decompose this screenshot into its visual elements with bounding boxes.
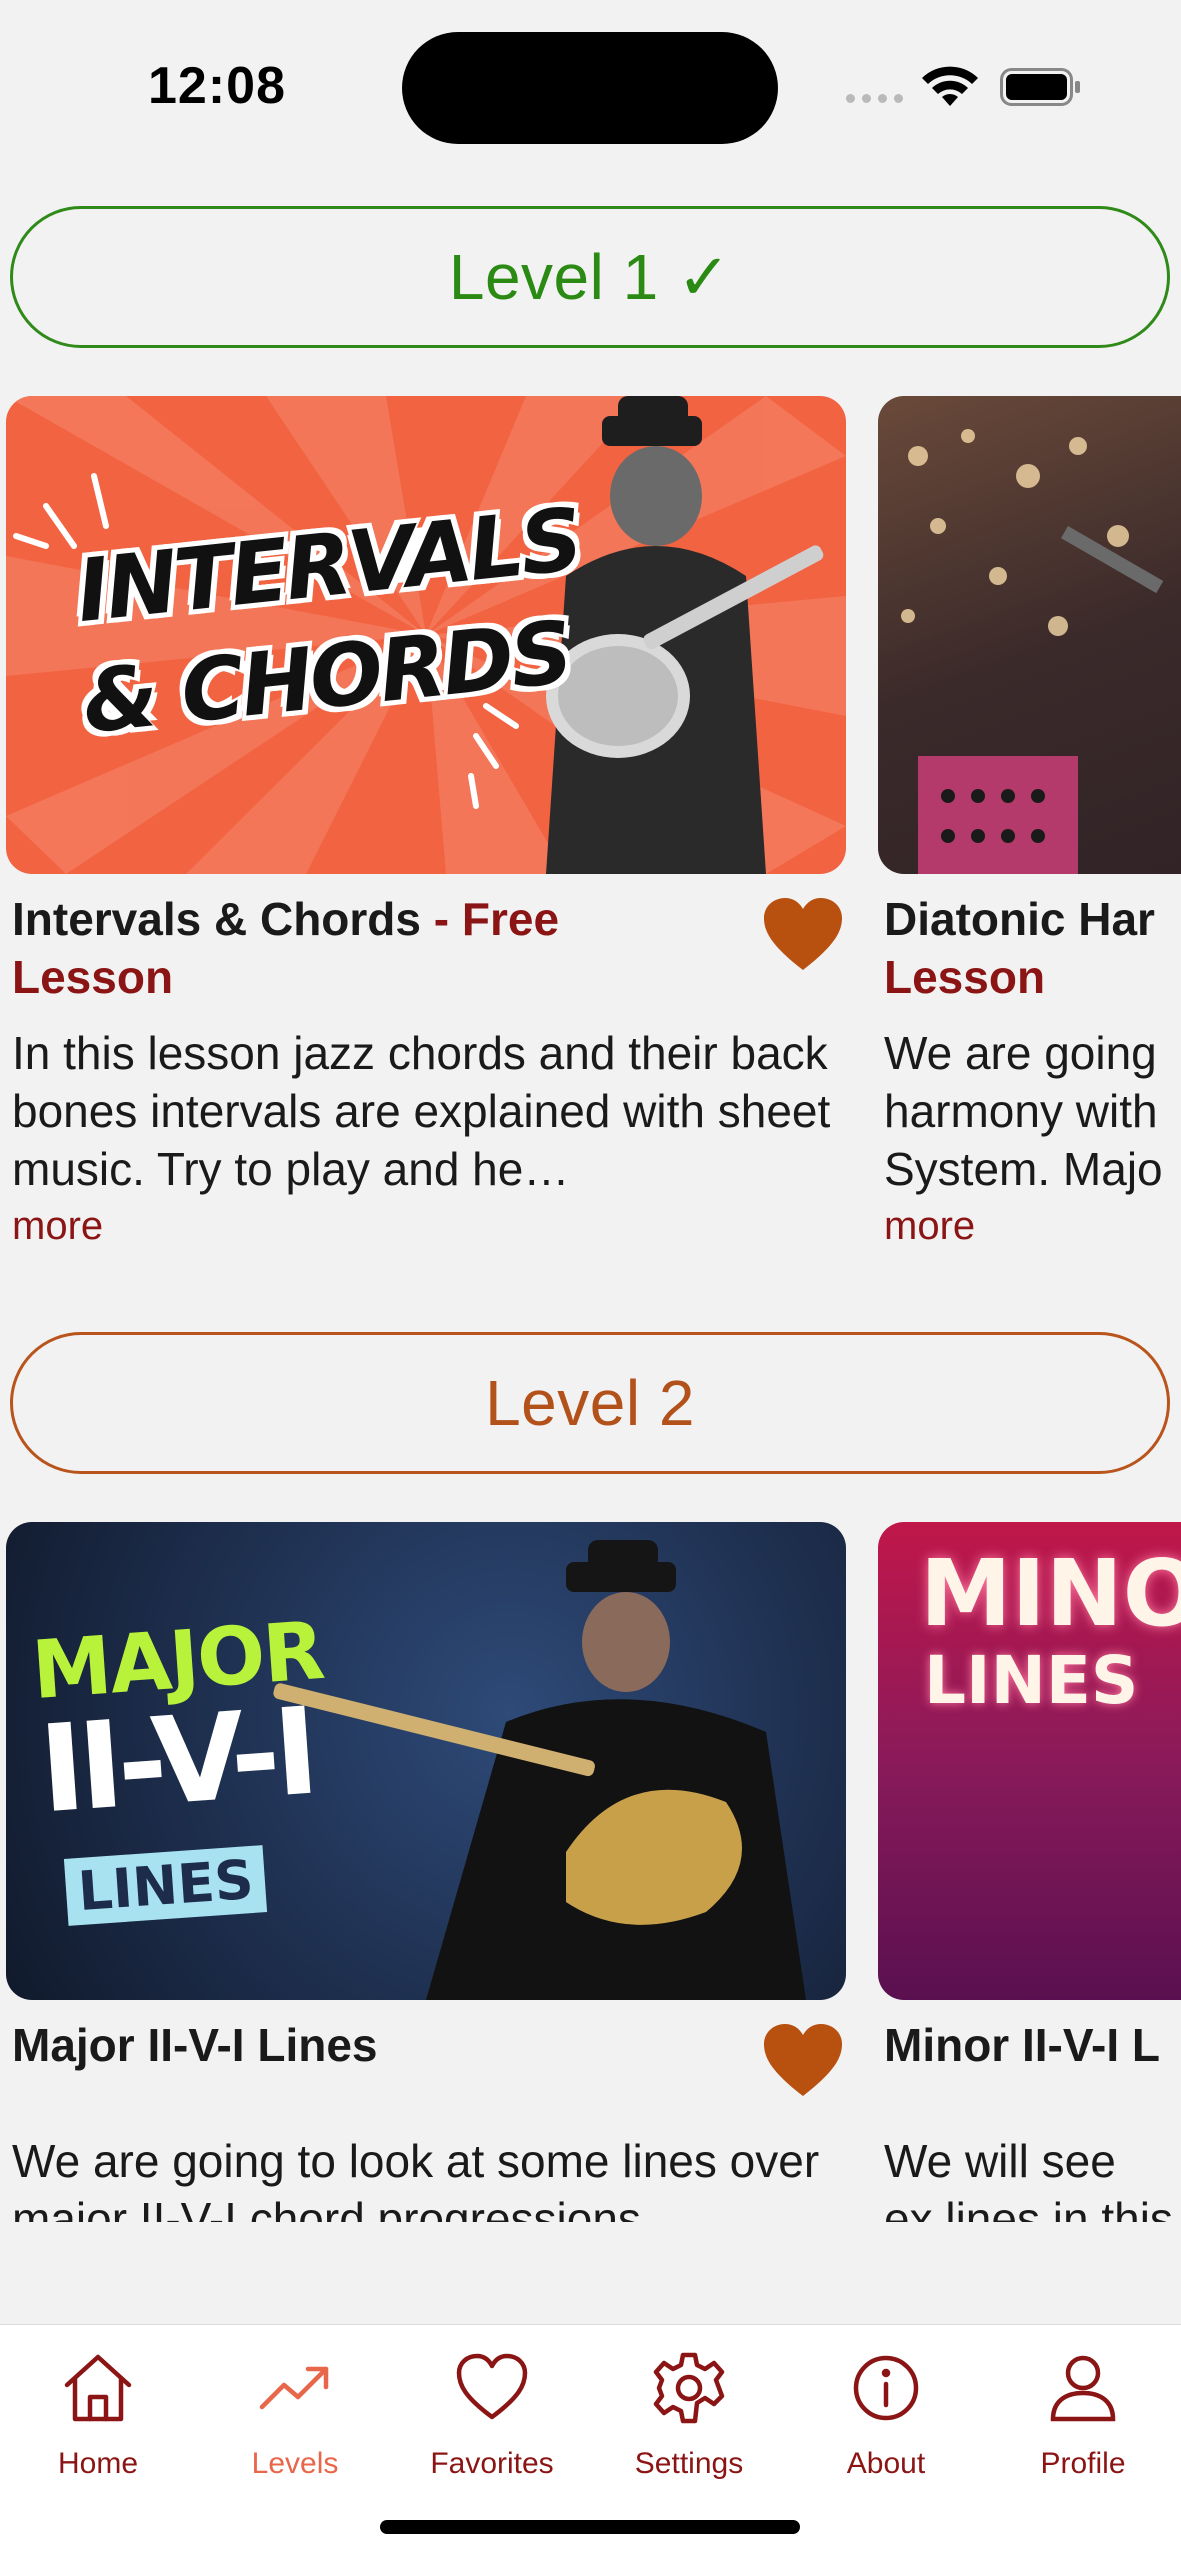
more-link[interactable]: more: [12, 1204, 103, 1249]
trend-up-icon: [259, 2366, 329, 2410]
favorite-heart-icon[interactable]: [762, 2024, 844, 2098]
lesson-description: We will see ex lines in this le: [884, 2135, 1173, 2222]
info-icon: [853, 2355, 919, 2421]
free-tag: - Free: [421, 893, 560, 945]
favorite-heart-icon[interactable]: [762, 898, 844, 972]
wifi-icon: [922, 66, 978, 106]
lesson-title[interactable]: Diatonic Har Lesson: [884, 890, 1181, 1006]
tab-profile[interactable]: Profile: [985, 2349, 1181, 2481]
lesson-tag: Lesson: [12, 951, 174, 1003]
lesson-thumbnail[interactable]: MINOR LINES: [878, 1522, 1181, 2000]
lesson-description: We are going harmony with System. Majo: [884, 1027, 1163, 1195]
heart-icon: [456, 2353, 528, 2420]
house-icon: [64, 2354, 132, 2422]
tab-favorites[interactable]: Favorites: [394, 2349, 590, 2481]
thumbnail-title-line-1: MINOR: [920, 1540, 1181, 1647]
more-link[interactable]: more: [884, 1204, 975, 1249]
battery-icon: [1000, 68, 1080, 106]
level-1-button[interactable]: Level 1 ✓: [10, 206, 1170, 348]
level-2-button[interactable]: Level 2: [10, 1332, 1170, 1474]
thumbnail-title-line-2: LINES: [924, 1642, 1139, 1719]
tab-levels[interactable]: Levels: [197, 2349, 393, 2481]
lesson-card-intervals-chords[interactable]: INTERVALS & CHORDS Intervals & Chords - …: [6, 396, 846, 1266]
status-time: 12:08: [148, 57, 286, 115]
lesson-card-diatonic-harmony[interactable]: Diatonic Har Lesson We are going harmony…: [878, 396, 1181, 1266]
lesson-card-diatonic-clip: Diatonic Har Lesson We are going harmony…: [878, 396, 1181, 1266]
thumbnail-title-line-3: LINES: [63, 1845, 268, 1926]
dynamic-island: [402, 32, 778, 144]
thumbnail-title-line-2: II-V-I: [35, 1682, 318, 1841]
lesson-description: We are going to look at some lines over …: [12, 2135, 820, 2222]
lesson-title[interactable]: Major II-V-I Lines: [12, 2016, 732, 2074]
cellular-signal-icon: [846, 94, 903, 103]
lesson-title[interactable]: Intervals & Chords - Free Lesson: [12, 890, 732, 1006]
gear-icon: [653, 2352, 725, 2424]
lesson-thumbnail[interactable]: [878, 396, 1181, 874]
person-icon: [1050, 2355, 1116, 2422]
lesson-card-major-ii-v-i[interactable]: MAJOR II-V-I LINES Major II-V-I Lines We…: [6, 1522, 846, 2222]
lesson-card-minor-ii-v-i[interactable]: MINOR LINES Minor II-V-I L We will see e…: [878, 1522, 1181, 2222]
lesson-description: In this lesson jazz chords and their bac…: [12, 1027, 831, 1195]
lesson-tag: Lesson: [884, 951, 1046, 1003]
lesson-thumbnail[interactable]: MAJOR II-V-I LINES: [6, 1522, 846, 2000]
tab-about[interactable]: About: [788, 2349, 984, 2481]
tab-settings[interactable]: Settings: [591, 2349, 787, 2481]
home-indicator[interactable]: [380, 2520, 800, 2534]
lesson-thumbnail[interactable]: INTERVALS & CHORDS: [6, 396, 846, 874]
tab-home[interactable]: Home: [0, 2349, 196, 2481]
status-bar: 12:08: [0, 0, 1181, 170]
lesson-title[interactable]: Minor II-V-I L: [884, 2016, 1181, 2074]
lesson-card-minor-clip: MINOR LINES Minor II-V-I L We will see e…: [878, 1522, 1181, 2222]
